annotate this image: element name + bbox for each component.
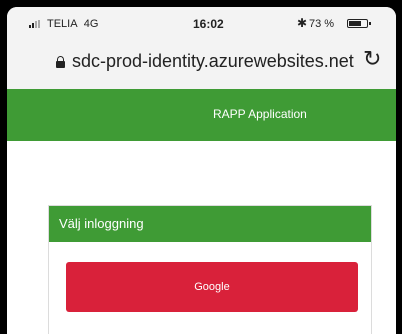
clock: 16:02 (193, 17, 224, 31)
login-heading: Välj inloggning (59, 216, 144, 231)
login-card-header: Välj inloggning (49, 206, 371, 242)
address-bar[interactable]: sdc-prod-identity.azurewebsites.net ↻ (7, 37, 396, 89)
battery-percentage: 73 % (309, 18, 335, 30)
carrier-label: TELIA 4G (47, 18, 99, 30)
url-text[interactable]: sdc-prod-identity.azurewebsites.net (72, 51, 354, 72)
lock-icon (56, 56, 65, 68)
google-login-button[interactable]: Google (66, 262, 358, 312)
bluetooth-icon: ✱ (297, 16, 308, 30)
login-card: Välj inloggning Google (48, 205, 372, 334)
battery-icon (347, 19, 371, 28)
signal-strength-icon (29, 20, 43, 28)
reload-button[interactable]: ↻ (363, 49, 381, 71)
phone-screen: TELIA 4G 16:02 ✱ 73 % sdc-prod-identity.… (7, 7, 396, 334)
app-header: RAPP Application (7, 89, 396, 141)
status-bar: TELIA 4G 16:02 ✱ 73 % (7, 7, 396, 37)
app-title[interactable]: RAPP Application (213, 107, 307, 121)
